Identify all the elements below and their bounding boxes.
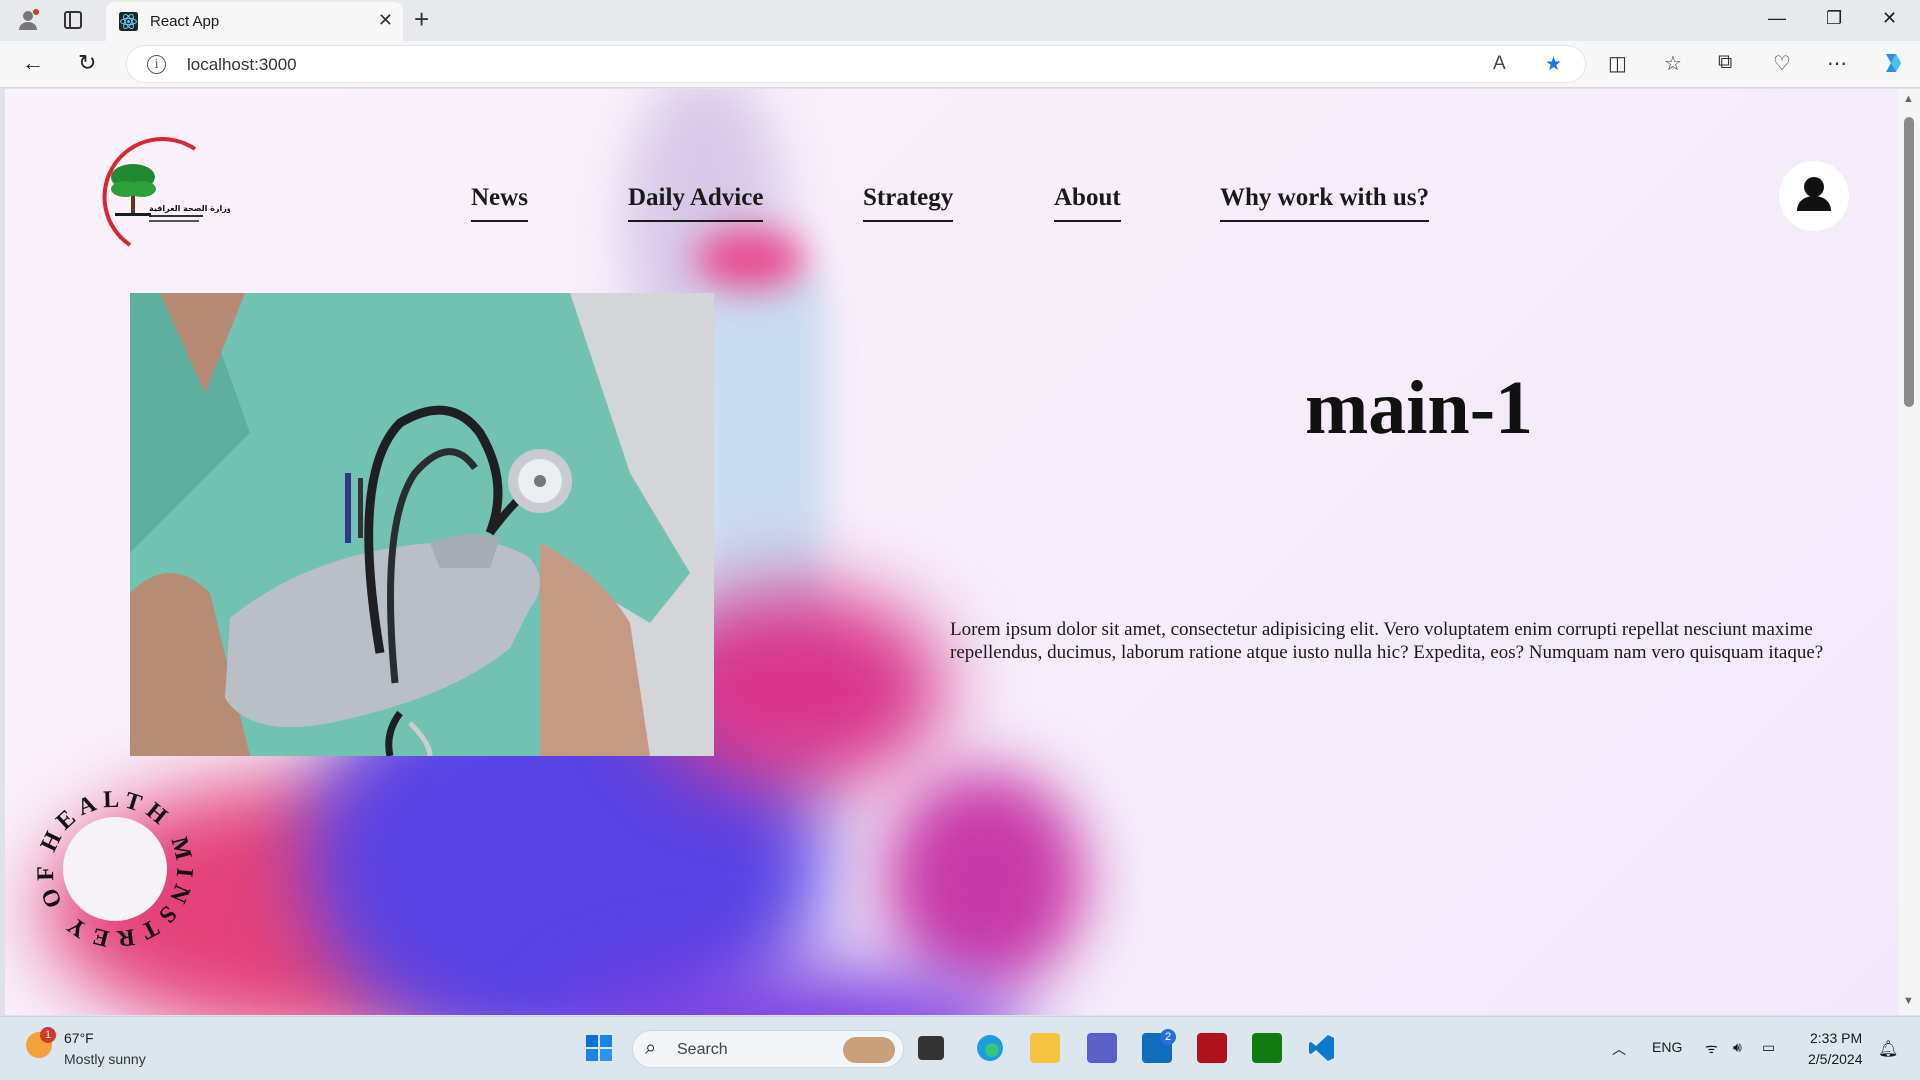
restore-icon[interactable]: ❐ [1826, 8, 1842, 29]
refresh-icon[interactable]: ↻ [78, 51, 96, 75]
mail-badge: 2 [1160, 1029, 1176, 1045]
more-menu-icon[interactable]: ⋯ [1827, 51, 1847, 76]
react-favicon-icon [119, 12, 138, 31]
tab-react-app[interactable]: React App ✕ [106, 2, 403, 41]
back-icon[interactable]: ← [22, 51, 44, 75]
scroll-up-icon[interactable]: ▲ [1903, 93, 1914, 105]
windows-taskbar: 1 67°F Mostly sunny ⌕ Search 2 ︿ ENG ᯤ 🔊… [0, 1016, 1920, 1080]
close-tab-icon[interactable]: ✕ [378, 10, 393, 31]
page-title: main-1 [1305, 366, 1533, 450]
tab-title: React App [150, 13, 220, 30]
clock-time[interactable]: 2:33 PM [1810, 1030, 1862, 1046]
search-icon: ⌕ [645, 1037, 657, 1059]
close-window-icon[interactable]: ✕ [1882, 8, 1897, 29]
tab-actions-icon[interactable] [64, 11, 82, 29]
scrollbar-thumb[interactable] [1904, 117, 1914, 407]
app-red-icon[interactable] [1197, 1033, 1227, 1063]
logo-text: وزارة الصحة العراقية [149, 204, 230, 213]
ministry-logo[interactable]: وزارة الصحة العراقية [85, 137, 230, 252]
read-aloud-icon[interactable]: A [1493, 53, 1506, 75]
nav-why-work-with-us[interactable]: Why work with us? [1220, 184, 1430, 222]
vscode-icon[interactable] [1307, 1033, 1337, 1063]
edge-browser-icon[interactable] [975, 1033, 1005, 1063]
windows-start-icon[interactable] [584, 1033, 614, 1063]
page-viewport: وزارة الصحة العراقية News Daily Advice S… [5, 89, 1898, 1015]
notification-bell-icon[interactable]: 🔔︎ [1878, 1039, 1898, 1059]
language-indicator[interactable]: ENG [1652, 1039, 1682, 1055]
page-scrollbar[interactable]: ▲ ▼ [1898, 89, 1920, 1015]
tab-strip: React App ✕ + — ❐ ✕ [0, 0, 1920, 41]
nav-strategy[interactable]: Strategy [863, 184, 954, 222]
url-text[interactable]: localhost:3000 [187, 55, 297, 75]
task-view-icon[interactable] [918, 1036, 944, 1060]
glove-finger-blur [885, 769, 1085, 989]
weather-desc[interactable]: Mostly sunny [64, 1051, 146, 1067]
battery-icon[interactable]: ▭ [1762, 1039, 1775, 1056]
xbox-icon[interactable] [1252, 1033, 1282, 1063]
new-tab-icon[interactable]: + [414, 6, 429, 32]
address-bar[interactable]: i localhost:3000 A ★ [126, 45, 1586, 83]
user-account-button[interactable] [1779, 161, 1849, 231]
minimize-icon[interactable]: — [1768, 8, 1786, 29]
weather-alert-badge: 1 [40, 1027, 56, 1043]
nav-daily-advice[interactable]: Daily Advice [628, 184, 764, 222]
split-screen-icon[interactable]: ◫ [1608, 51, 1627, 76]
copilot-icon[interactable] [1880, 50, 1906, 76]
vial-cap-blur [695, 229, 805, 289]
doctor-hero-image [130, 293, 714, 756]
collections-icon[interactable]: ⧉ [1718, 51, 1732, 74]
health-ministry-circular-badge: HEALTH MINSTREY OF [35, 789, 192, 949]
teams-icon[interactable] [1087, 1033, 1117, 1063]
clock-date[interactable]: 2/5/2024 [1808, 1051, 1863, 1067]
nav-about[interactable]: About [1054, 184, 1121, 222]
site-info-icon[interactable]: i [147, 55, 166, 74]
intro-paragraph: Lorem ipsum dolor sit amet, consectetur … [950, 619, 1824, 663]
search-highlight-icon [843, 1037, 895, 1063]
weather-temp[interactable]: 67°F [64, 1030, 94, 1046]
browser-essentials-icon[interactable]: ♡ [1773, 51, 1791, 76]
favorite-star-icon[interactable]: ★ [1545, 53, 1562, 76]
volume-icon[interactable]: 🔊︎ [1733, 1039, 1742, 1056]
file-explorer-icon[interactable] [1030, 1033, 1060, 1063]
taskbar-search[interactable]: ⌕ Search [632, 1030, 904, 1068]
scroll-down-icon[interactable]: ▼ [1903, 995, 1914, 1007]
favorites-icon[interactable]: ☆ [1664, 51, 1682, 76]
user-icon [1797, 177, 1831, 211]
address-toolbar: ← ↻ i localhost:3000 A ★ ◫ ☆ ⧉ ♡ ⋯ [0, 41, 1920, 88]
tray-overflow-icon[interactable]: ︿ [1612, 1039, 1626, 1059]
search-label: Search [677, 1041, 728, 1058]
wifi-icon[interactable]: ᯤ [1705, 1039, 1718, 1058]
profile-icon[interactable] [16, 8, 40, 32]
nav-news[interactable]: News [471, 184, 528, 222]
